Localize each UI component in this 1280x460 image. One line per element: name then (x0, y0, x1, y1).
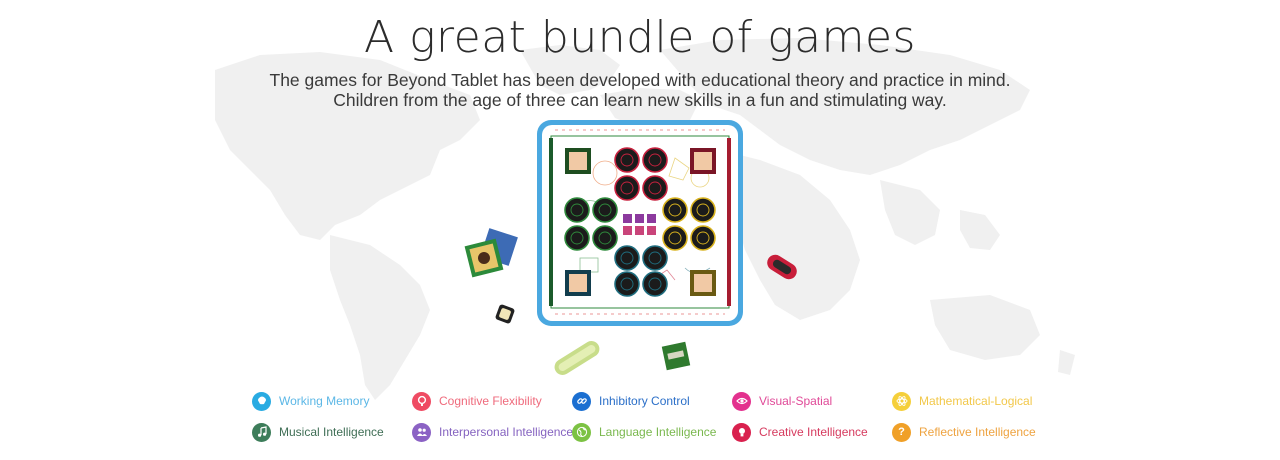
subtitle-line-1: The games for Beyond Tablet has been dev… (269, 70, 1011, 90)
legend-item-creative-intelligence: Creative Intelligence (732, 421, 868, 443)
page-subtitle: The games for Beyond Tablet has been dev… (0, 70, 1280, 110)
link-icon (572, 391, 591, 411)
legend-label: Musical Intelligence (279, 425, 384, 439)
head-icon (412, 391, 431, 411)
legend-label: Working Memory (279, 394, 370, 408)
legend-item-musical-intelligence: Musical Intelligence (252, 421, 384, 443)
eye-icon (732, 391, 751, 411)
legend-item-mathematical-logical: Mathematical-Logical (892, 390, 1032, 412)
lightbulb-icon (732, 422, 751, 442)
legend-item-language-intelligence: Language Intelligence (572, 421, 716, 443)
music-note-icon (252, 422, 271, 442)
people-icon (412, 422, 431, 442)
legend-label: Reflective Intelligence (919, 425, 1036, 439)
green-card (661, 341, 691, 371)
legend-label: Creative Intelligence (759, 425, 868, 439)
globe-icon (572, 422, 591, 442)
page-title: A great bundle of games (364, 12, 916, 63)
green-stick-piece (554, 340, 600, 376)
legend-label: Visual-Spatial (759, 394, 833, 408)
legend-label: Cognitive Flexibility (439, 394, 542, 408)
intelligence-legend: Working Memory Cognitive Flexibility Inh… (252, 390, 1052, 450)
atom-icon (892, 391, 911, 411)
legend-label: Interpersonal Intelligence (439, 425, 574, 439)
question-icon: ? (892, 422, 911, 442)
game-board-image (535, 118, 745, 328)
legend-item-reflective-intelligence: ? Reflective Intelligence (892, 421, 1036, 443)
small-tile (495, 304, 515, 324)
legend-item-visual-spatial: Visual-Spatial (732, 390, 832, 412)
legend-item-inhibitory-control: Inhibitory Control (572, 390, 690, 412)
legend-item-cognitive-flexibility: Cognitive Flexibility (412, 390, 542, 412)
legend-label: Mathematical-Logical (919, 394, 1033, 408)
legend-item-interpersonal-intelligence: Interpersonal Intelligence (412, 421, 573, 443)
subtitle-line-2: Children from the age of three can learn… (333, 90, 947, 110)
legend-label: Language Intelligence (599, 425, 717, 439)
legend-item-working-memory: Working Memory (252, 390, 369, 412)
legend-label: Inhibitory Control (599, 394, 690, 408)
brain-icon (252, 391, 271, 411)
game-cards-stack (464, 228, 518, 278)
red-eraser-piece (767, 254, 797, 280)
